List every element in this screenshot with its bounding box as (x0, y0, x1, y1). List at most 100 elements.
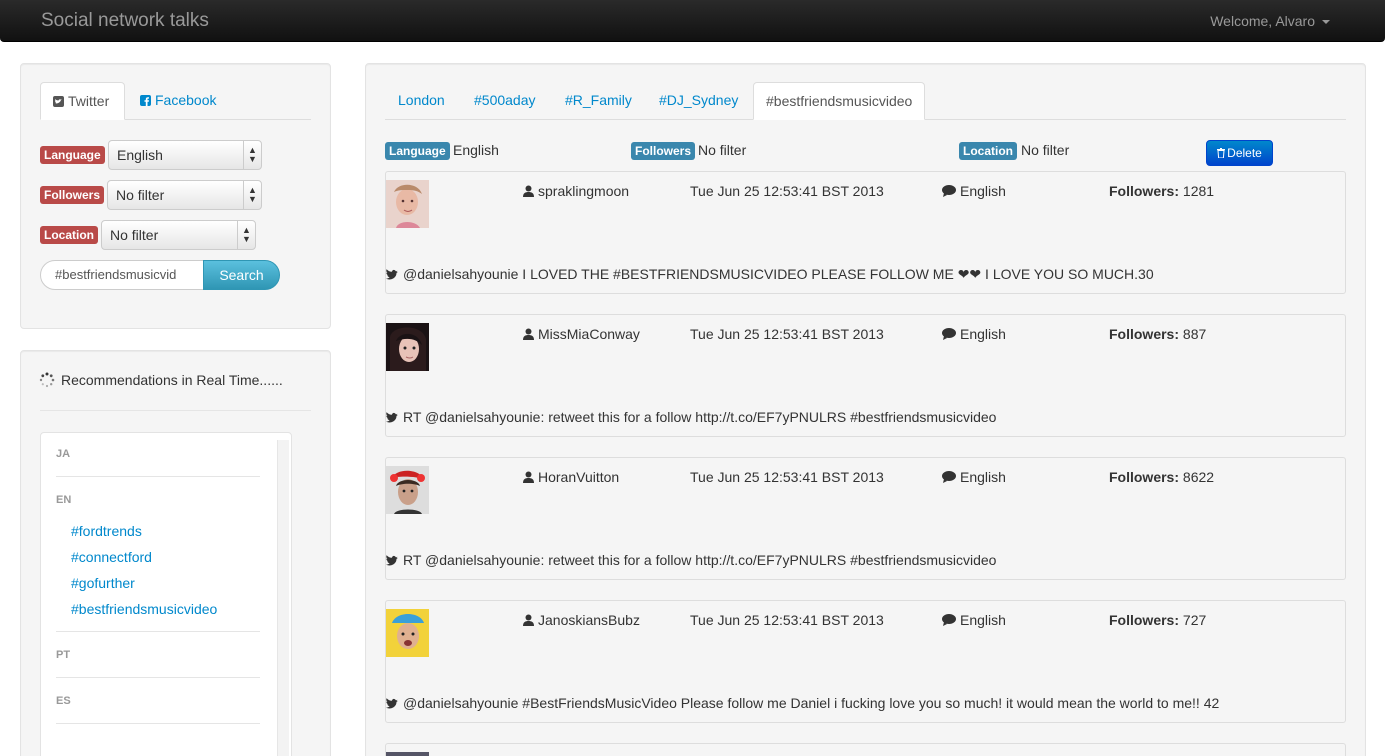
user-avatar[interactable] (386, 609, 429, 657)
language-text: English (960, 469, 1006, 485)
followers-count: 727 (1182, 612, 1207, 628)
tab-twitter[interactable]: Twitter (40, 82, 125, 120)
tab-dj-sydney[interactable]: #DJ_Sydney (647, 82, 750, 119)
location-select-value: No filter (110, 227, 159, 243)
tab-r-family[interactable]: #R_Family (553, 82, 644, 119)
language-filter-value: English (453, 142, 499, 158)
scrollbar[interactable] (277, 440, 289, 756)
divider (56, 677, 260, 678)
tweet-body: @danielsahyounie #BestFriendsMusicVideo … (403, 695, 1220, 711)
tab-twitter-label: Twitter (68, 93, 110, 109)
delete-button[interactable]: Delete (1206, 140, 1273, 166)
user-icon (523, 328, 534, 340)
twitter-square-icon (53, 96, 64, 107)
tweet-card: spraklingmoon Tue Jun 25 12:53:41 BST 20… (385, 171, 1346, 294)
tweet-date: Tue Jun 25 12:53:41 BST 2013 (690, 469, 884, 485)
tweet-body: RT @danielsahyounie: retweet this for a … (403, 552, 997, 568)
followers-filter-badge: Followers (631, 142, 696, 160)
top-navbar: Social network talks Welcome, Alvaro (0, 0, 1385, 42)
twitter-bird-icon (386, 555, 398, 566)
user-avatar[interactable] (386, 752, 429, 756)
tweet-username: MissMiaConway (523, 326, 640, 342)
recommendation-link[interactable]: #gofurther (71, 575, 135, 591)
hashtag-tabs: London #500aday #R_Family #DJ_Sydney #be… (385, 82, 1346, 120)
location-filter-label: Location (40, 226, 98, 244)
tweet-language: English (942, 183, 1006, 199)
tweet-followers: Followers: 1281 (1109, 183, 1214, 199)
comment-icon (942, 185, 956, 197)
tweet-username: HoranVuitton (523, 469, 619, 485)
language-filter-badge: Language (385, 142, 450, 160)
comment-icon (942, 328, 956, 340)
tweet-card (385, 743, 1346, 756)
twitter-bird-icon (386, 412, 398, 423)
user-icon (523, 185, 534, 197)
followers-key: Followers: (1109, 612, 1180, 628)
chevron-down-icon (1322, 20, 1330, 24)
tweet-followers: Followers: 727 (1109, 612, 1206, 628)
tweet-date: Tue Jun 25 12:53:41 BST 2013 (690, 612, 884, 628)
followers-key: Followers: (1109, 469, 1180, 485)
tweet-followers: Followers: 8622 (1109, 469, 1214, 485)
tweet-text: RT @danielsahyounie: retweet this for a … (386, 552, 996, 568)
select-arrows-icon: ▲ ▼ (243, 141, 261, 169)
tab-500aday[interactable]: #500aday (462, 82, 548, 119)
followers-select-value: No filter (116, 187, 165, 203)
tweet-text: @danielsahyounie #BestFriendsMusicVideo … (386, 695, 1219, 711)
comment-icon (942, 471, 956, 483)
language-select[interactable]: English ▲ ▼ (108, 140, 262, 170)
tab-facebook-label: Facebook (155, 92, 217, 108)
welcome-text: Welcome, Alvaro (1210, 13, 1315, 29)
group-header-ja: JA (56, 448, 71, 460)
tweet-text: @danielsahyounie I LOVED THE #BESTFRIEND… (386, 266, 1154, 283)
followers-key: Followers: (1109, 183, 1180, 199)
recommendation-link[interactable]: #fordtrends (71, 523, 142, 539)
tweet-card: JanoskiansBubz Tue Jun 25 12:53:41 BST 2… (385, 600, 1346, 723)
select-arrows-icon: ▲ ▼ (237, 221, 255, 249)
recommendation-link[interactable]: #connectford (71, 549, 152, 565)
tab-facebook[interactable]: Facebook (128, 82, 228, 119)
tweet-username: JanoskiansBubz (523, 612, 640, 628)
comment-icon (942, 614, 956, 626)
recommendation-link[interactable]: #bestfriendsmusicvideo (71, 601, 217, 617)
tab-london[interactable]: London (386, 82, 457, 119)
username-text: MissMiaConway (538, 326, 640, 342)
location-filter-value: No filter (1021, 142, 1070, 158)
followers-filter-label: Followers (40, 186, 105, 204)
user-menu[interactable]: Welcome, Alvaro (1210, 13, 1329, 29)
twitter-bird-icon (386, 698, 398, 709)
user-avatar[interactable] (386, 323, 429, 371)
divider (56, 631, 260, 632)
tweet-language: English (942, 326, 1006, 342)
user-icon (523, 614, 534, 626)
tweet-card: MissMiaConway Tue Jun 25 12:53:41 BST 20… (385, 314, 1346, 437)
followers-select[interactable]: No filter ▲ ▼ (107, 180, 262, 210)
followers-count: 887 (1182, 326, 1207, 342)
tweet-language: English (942, 612, 1006, 628)
user-avatar[interactable] (386, 466, 429, 514)
tweet-text: RT @danielsahyounie: retweet this for a … (386, 409, 996, 425)
brand-title[interactable]: Social network talks (41, 10, 209, 32)
followers-count: 8622 (1182, 469, 1215, 485)
tweet-card: HoranVuitton Tue Jun 25 12:53:41 BST 201… (385, 457, 1346, 580)
search-button[interactable]: Search (203, 260, 280, 290)
recommendations-title: Recommendations in Real Time...... (61, 372, 283, 388)
network-tabs: Twitter Facebook (40, 82, 311, 120)
group-header-pt: PT (56, 649, 71, 661)
hashtag-search-input[interactable]: #bestfriendsmusicvid (40, 260, 204, 290)
twitter-bird-icon (386, 269, 398, 280)
tab-bestfriendsmusicvideo[interactable]: #bestfriendsmusicvideo (753, 82, 926, 120)
location-select[interactable]: No filter ▲ ▼ (101, 220, 256, 250)
trash-icon (1217, 148, 1226, 158)
user-avatar[interactable] (386, 180, 429, 228)
username-text: spraklingmoon (538, 183, 630, 199)
delete-label: Delete (1227, 146, 1262, 160)
tweet-followers: Followers: 887 (1109, 326, 1206, 342)
tweet-username: spraklingmoon (523, 183, 629, 199)
recommendations-list (40, 432, 292, 756)
username-text: JanoskiansBubz (538, 612, 640, 628)
language-text: English (960, 326, 1006, 342)
facebook-square-icon (140, 95, 151, 106)
tweet-body: RT @danielsahyounie: retweet this for a … (403, 409, 997, 425)
language-text: English (960, 612, 1006, 628)
